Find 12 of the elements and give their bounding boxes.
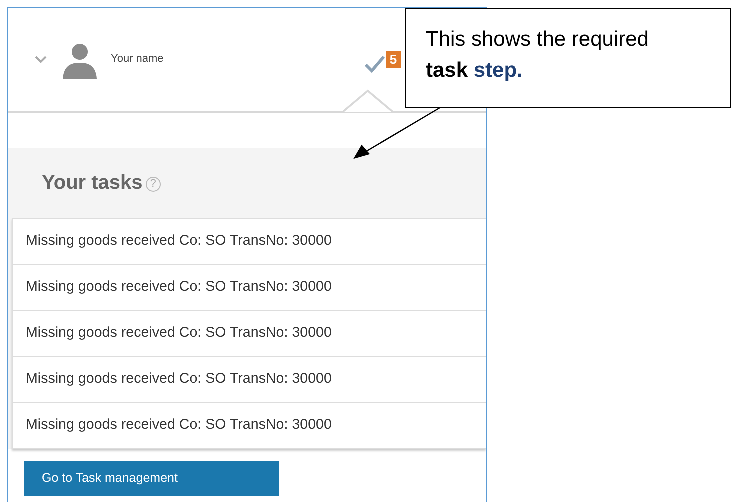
callout-text: This shows the required task step. — [405, 8, 731, 108]
section-title: Your tasks — [42, 172, 143, 194]
chevron-down-icon[interactable] — [35, 56, 47, 64]
check-icon[interactable] — [364, 54, 386, 72]
task-item[interactable]: Missing goods received Co: SO TransNo: 30000 — [13, 219, 486, 264]
task-item[interactable]: Missing goods received Co: SO TransNo: 30000 — [13, 402, 486, 448]
task-item[interactable]: Missing goods received Co: SO TransNo: 30000 — [13, 310, 486, 356]
task-management-button[interactable]: Go to Task management — [24, 461, 279, 496]
task-count: 5 — [386, 51, 402, 68]
task-item[interactable]: Missing goods received Co: SO TransNo: 30000 — [13, 264, 486, 310]
task-item[interactable]: Missing goods received Co: SO TransNo: 30000 — [13, 356, 486, 402]
user-name[interactable]: Your name — [111, 51, 164, 68]
